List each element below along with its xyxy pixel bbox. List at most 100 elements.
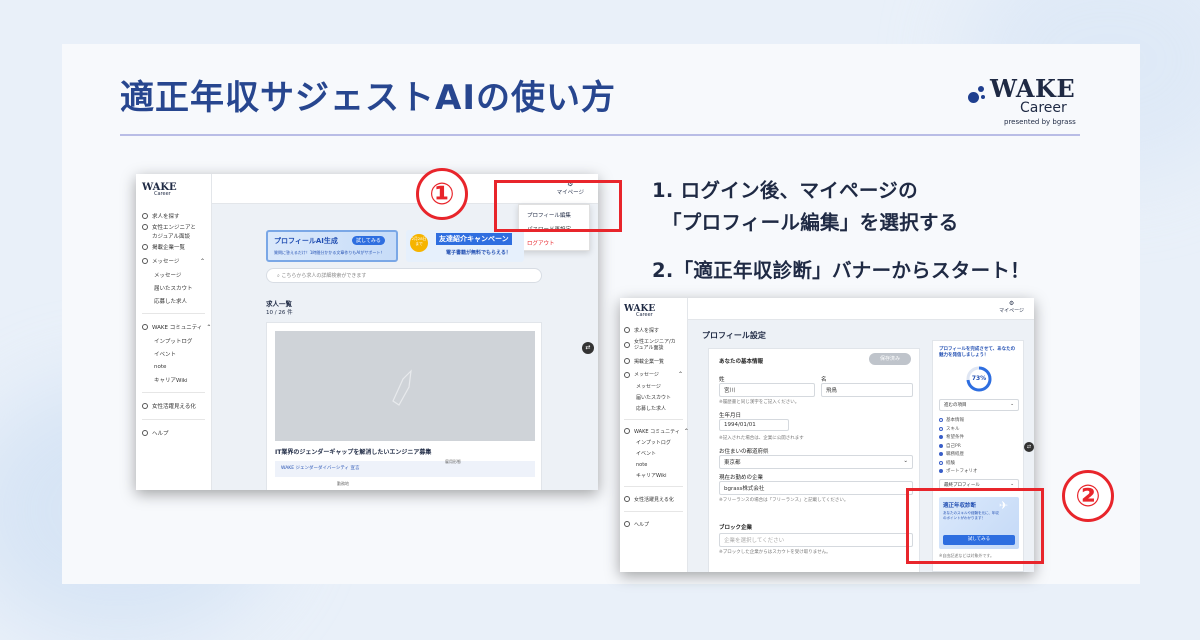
- basic-info-panel: あなたの基本情報 保存済み 姓 宮川 名 飛鳥 ※履歴書と同じ漢字をご記入くださ…: [708, 348, 920, 572]
- sidebar: WAKE Career 求人を探す 女性エンジニアと カジュアル面談 掲載企業一覧…: [136, 174, 212, 490]
- sidebar-sub-event[interactable]: イベント: [624, 448, 683, 459]
- section-title: あなたの基本情報: [719, 359, 764, 365]
- referral-sub: 電子書籍が無料でもらえる！: [446, 250, 511, 256]
- sidebar-item-help[interactable]: ヘルプ: [142, 426, 205, 440]
- sidebar-item-casual-2[interactable]: カジュアル面談: [142, 231, 205, 240]
- chevron-up-icon: ⌃: [677, 371, 683, 378]
- sidebar-nav: 求人を探す 女性エンジニア/カジュアル面談 掲載企業一覧 メッセージ ⌃ メッセー…: [620, 324, 689, 531]
- sidebar-sub-scout[interactable]: 届いたスカウト: [142, 281, 205, 294]
- sidebar-item-help[interactable]: ヘルプ: [624, 517, 683, 531]
- checklist-label: ポートフォリオ: [946, 469, 978, 474]
- job-card[interactable]: IT業界のジェンダーギャップを解消したいエンジニア募集 WAKE ジェンダーダイ…: [266, 322, 542, 490]
- brand-name: WAKE: [990, 74, 1076, 103]
- sidebar-item-casual[interactable]: 女性エンジニアと: [142, 222, 205, 231]
- checklist-item[interactable]: スキル: [939, 426, 960, 432]
- chevron-down-icon: ⌄: [1010, 482, 1014, 487]
- chat-fab[interactable]: ⇄: [1024, 442, 1034, 452]
- address-select[interactable]: 東京都 ⌄: [719, 455, 913, 469]
- sidebar-sub-scout[interactable]: 届いたスカウト: [624, 392, 683, 403]
- chart-icon: [624, 496, 630, 502]
- mypage-button[interactable]: ⚙ マイページ: [999, 301, 1024, 315]
- community-icon: [142, 324, 148, 330]
- step-badge-1: ①: [416, 168, 468, 220]
- job-search-input[interactable]: ⌕ こちらから求人の詳細検索ができます: [266, 268, 542, 283]
- checklist-item[interactable]: 職務経歴: [939, 451, 964, 457]
- checklist-label: 希望条件: [946, 435, 964, 440]
- sidebar-logo[interactable]: WAKE Career: [142, 182, 177, 197]
- job-tag: WAKE ジェンダーダイバーシティ 宣言: [275, 461, 535, 477]
- sidebar-item-search[interactable]: 求人を探す: [142, 210, 205, 222]
- last-name-label: 姓: [719, 377, 725, 383]
- block-select[interactable]: 企業を選択してください: [719, 533, 913, 547]
- block-label: ブロック企業: [719, 525, 753, 531]
- checklist-label: スキル: [946, 426, 960, 432]
- ai-banner-button[interactable]: 試してみる: [352, 236, 385, 245]
- company-label: 現在お勤めの企業: [719, 475, 764, 481]
- checklist-item[interactable]: 希望条件: [939, 434, 964, 440]
- sidebar-item-search[interactable]: 求人を探す: [624, 324, 683, 336]
- referral-banner[interactable]: 2月28日まで 友達紹介キャンペーン 電子書籍が無料でもらえる！: [406, 230, 524, 262]
- sidebar-sub-inputlog[interactable]: インプットログ: [142, 334, 205, 347]
- sidebar-sub-note[interactable]: note: [624, 459, 683, 470]
- chat-fab[interactable]: ⇄: [582, 342, 594, 354]
- community-icon: [624, 428, 630, 434]
- progress-value: 73%: [971, 375, 987, 382]
- sidebar-item-messages[interactable]: メッセージ ⌃: [624, 368, 683, 381]
- address-label: お住まいの都道府県: [719, 449, 769, 455]
- help-icon: [142, 430, 148, 436]
- chat-icon: [624, 371, 630, 378]
- sidebar-logo[interactable]: WAKE Career: [624, 304, 655, 318]
- job-title: IT業界のジェンダーギャップを解消したいエンジニア募集: [275, 449, 432, 456]
- sidebar-item-messages[interactable]: メッセージ ⌃: [142, 254, 205, 268]
- checklist-item[interactable]: 経験: [939, 460, 955, 466]
- search-icon: [142, 213, 148, 219]
- brand-sub: Career: [1020, 100, 1067, 116]
- brand-logo: WAKE Career presented by bgrass: [968, 74, 1080, 126]
- first-name-field[interactable]: 飛鳥: [821, 383, 913, 397]
- top-bar: ⚙ マイページ: [688, 298, 1034, 320]
- birth-field[interactable]: 1994/01/01: [719, 419, 789, 431]
- sidebar-item-companies[interactable]: 掲載企業一覧: [142, 240, 205, 254]
- step-1-line-2: 「プロフィール編集」を選択する: [662, 211, 959, 234]
- job-list-title: 求人一覧: [266, 300, 292, 308]
- people-icon: [142, 223, 148, 230]
- step-1-line-1: 1. ログイン後、マイページの: [652, 179, 918, 202]
- sidebar-sub-event[interactable]: イベント: [142, 347, 205, 360]
- ai-profile-banner[interactable]: プロフィールAI生成 試してみる 質問に答えるだけ！1時間分かかる文章作りもAI…: [266, 230, 398, 262]
- name-note: ※履歴書と同じ漢字をご記入ください。: [719, 400, 800, 405]
- sidebar-sub-message[interactable]: メッセージ: [142, 268, 205, 281]
- people-icon: [624, 342, 630, 348]
- slide-title: 適正年収サジェストAIの使い方: [120, 78, 616, 118]
- help-icon: [624, 521, 630, 527]
- checked-icon: [939, 469, 943, 473]
- progress-section-select[interactable]: 進むの項目 ⌄: [939, 399, 1019, 411]
- sidebar-sub-wiki[interactable]: キャリアWiki: [142, 373, 205, 386]
- checklist-item[interactable]: 自己PR: [939, 443, 961, 449]
- sidebar-item-companies[interactable]: 掲載企業一覧: [624, 354, 683, 368]
- sidebar-item-community[interactable]: WAKE コミュニティ ⌃: [624, 425, 689, 437]
- sidebar-item-community[interactable]: WAKE コミュニティ ⌃: [142, 320, 211, 334]
- job-list-count: 10 / 26 件: [266, 310, 293, 316]
- checked-icon: [939, 443, 943, 448]
- chevron-down-icon: ⌄: [1010, 402, 1014, 407]
- sidebar-sub-inputlog[interactable]: インプットログ: [624, 437, 683, 448]
- sidebar-sub-applied[interactable]: 応募した求人: [142, 294, 205, 307]
- unchecked-icon: [939, 426, 943, 431]
- ai-banner-title: プロフィールAI生成: [274, 237, 338, 245]
- chevron-up-icon: ⌃: [683, 427, 689, 435]
- sidebar-sub-wiki[interactable]: キャリアWiki: [624, 470, 683, 481]
- sidebar-item-visibility[interactable]: 女性活躍見える化: [142, 399, 205, 413]
- saved-button[interactable]: 保存済み: [869, 353, 911, 365]
- sidebar-sub-message[interactable]: メッセージ: [624, 381, 683, 392]
- checklist-item[interactable]: 基本情報: [939, 417, 964, 423]
- sidebar-sub-applied[interactable]: 応募した求人: [624, 403, 683, 414]
- step-2: 2.「適正年収診断」バナーからスタート！: [652, 259, 1030, 282]
- sidebar: WAKE Career 求人を探す 女性エンジニア/カジュアル面談 掲載企業一覧 …: [620, 298, 689, 572]
- sidebar-item-casual[interactable]: 女性エンジニア/カジュアル面談: [624, 336, 683, 354]
- menu-logout[interactable]: ログアウト: [519, 236, 589, 250]
- last-name-field[interactable]: 宮川: [719, 383, 815, 397]
- sidebar-sub-note[interactable]: note: [142, 360, 205, 373]
- company-field[interactable]: bgrass株式会社: [719, 481, 913, 495]
- checklist-item[interactable]: ポートフォリオ: [939, 468, 978, 474]
- sidebar-item-visibility[interactable]: 女性活躍見える化: [624, 492, 683, 506]
